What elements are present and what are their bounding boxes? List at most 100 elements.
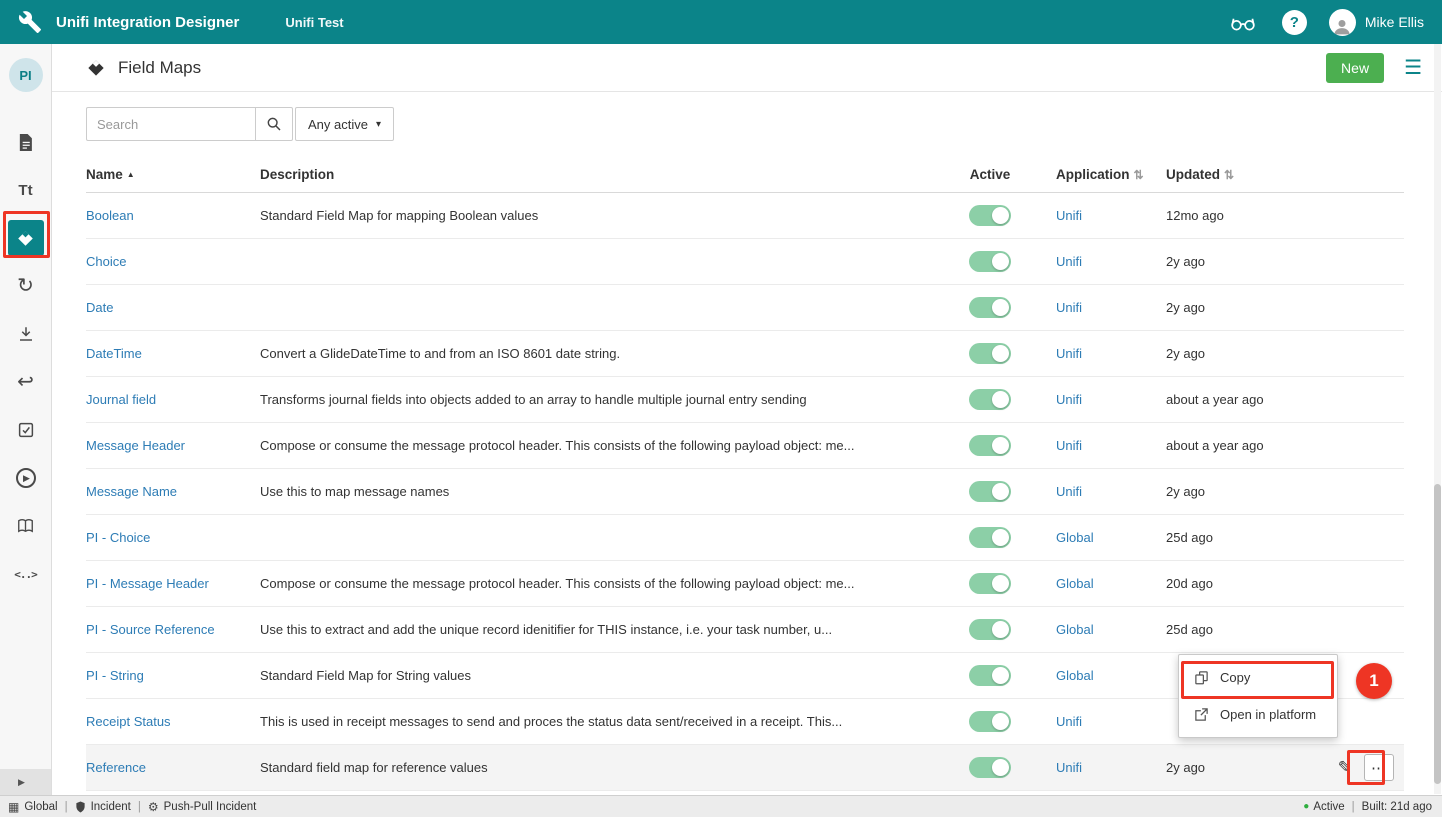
application-link[interactable]: Unifi	[1056, 438, 1082, 453]
search-input[interactable]	[86, 107, 256, 141]
edit-pencil-icon[interactable]: ✎	[1338, 758, 1352, 778]
user-name[interactable]: Mike Ellis	[1365, 14, 1424, 30]
statusbar-application[interactable]: Incident	[75, 801, 131, 813]
application-link[interactable]: Unifi	[1056, 392, 1082, 407]
spectacles-icon[interactable]	[1230, 11, 1256, 33]
user-avatar[interactable]	[1329, 9, 1356, 36]
reply-icon: ↩	[17, 372, 34, 392]
field-map-name-link[interactable]: PI - Message Header	[86, 576, 209, 591]
statusbar-scope[interactable]: ▦ Global	[8, 801, 58, 813]
column-header-updated[interactable]: Updated⇅	[1162, 167, 1314, 182]
field-map-name-link[interactable]: Boolean	[86, 208, 134, 223]
active-toggle[interactable]	[969, 573, 1011, 594]
active-toggle[interactable]	[969, 711, 1011, 732]
field-map-name-link[interactable]: Journal field	[86, 392, 156, 407]
updated-text: 20d ago	[1162, 576, 1314, 591]
field-map-name-link[interactable]: PI - String	[86, 668, 144, 683]
menu-hamburger-icon[interactable]: ☰	[1404, 55, 1422, 80]
column-header-description[interactable]: Description	[260, 167, 942, 182]
sort-icon: ⇅	[1134, 168, 1144, 182]
sort-asc-icon: ▲	[127, 170, 135, 179]
field-map-name-link[interactable]: Receipt Status	[86, 714, 171, 729]
field-map-name-link[interactable]: Message Name	[86, 484, 177, 499]
workspace-avatar[interactable]: PI	[9, 58, 43, 92]
grid-icon: ▦	[8, 801, 19, 813]
field-map-description: Use this to map message names	[260, 484, 942, 499]
field-maps-title-icon	[86, 58, 106, 78]
application-link[interactable]: Unifi	[1056, 714, 1082, 729]
sidebar-item-field-maps[interactable]	[8, 220, 44, 256]
field-map-name-link[interactable]: DateTime	[86, 346, 142, 361]
sidebar-item-documents[interactable]	[8, 124, 44, 160]
active-toggle[interactable]	[969, 527, 1011, 548]
table-row: Message Name Use this to map message nam…	[86, 469, 1404, 515]
active-toggle[interactable]	[969, 343, 1011, 364]
top-bar: Unifi Integration Designer Unifi Test ? …	[0, 0, 1442, 44]
application-link[interactable]: Global	[1056, 576, 1094, 591]
application-link[interactable]: Global	[1056, 622, 1094, 637]
active-toggle[interactable]	[969, 665, 1011, 686]
column-header-active[interactable]: Active	[942, 167, 1038, 182]
scrollbar-thumb[interactable]	[1434, 484, 1441, 784]
application-link[interactable]: Unifi	[1056, 254, 1082, 269]
status-bar: ▦ Global | Incident | ⚙ Push-Pull Incide…	[0, 795, 1442, 817]
active-toggle[interactable]	[969, 481, 1011, 502]
sort-icon: ⇅	[1224, 168, 1234, 182]
sidebar-item-code[interactable]: <..>	[8, 556, 44, 592]
sidebar-item-text[interactable]: Tt	[8, 172, 44, 208]
application-link[interactable]: Unifi	[1056, 346, 1082, 361]
field-map-name-link[interactable]: PI - Source Reference	[86, 622, 215, 637]
menu-item-open-in-platform[interactable]: Open in platform	[1179, 696, 1337, 733]
field-map-name-link[interactable]: PI - Choice	[86, 530, 150, 545]
field-map-name-link[interactable]: Message Header	[86, 438, 185, 453]
application-link[interactable]: Unifi	[1056, 760, 1082, 775]
statusbar-process[interactable]: ⚙ Push-Pull Incident	[148, 801, 256, 813]
active-toggle[interactable]	[969, 297, 1011, 318]
column-header-name[interactable]: Name▲	[86, 167, 260, 182]
field-map-description: Convert a GlideDateTime to and from an I…	[260, 346, 942, 361]
application-link[interactable]: Global	[1056, 530, 1094, 545]
sidebar-item-reply[interactable]: ↩	[8, 364, 44, 400]
application-link[interactable]: Unifi	[1056, 300, 1082, 315]
active-toggle[interactable]	[969, 757, 1011, 778]
field-map-description: Transforms journal fields into objects a…	[260, 392, 942, 407]
open-external-icon	[1194, 707, 1209, 722]
table-row: Journal field Transforms journal fields …	[86, 377, 1404, 423]
collapse-arrow-icon: ▶	[18, 777, 25, 788]
field-maps-icon	[16, 229, 35, 248]
sidebar-item-tasks[interactable]	[8, 412, 44, 448]
app-title: Unifi Integration Designer	[56, 14, 239, 31]
sidebar-item-documentation[interactable]	[8, 508, 44, 544]
active-toggle[interactable]	[969, 619, 1011, 640]
table-header-row: Name▲ Description Active Application⇅ Up…	[86, 157, 1404, 193]
toolbar: Any active ▾	[52, 92, 1442, 141]
caret-down-icon: ▾	[376, 119, 381, 130]
table-row: PI - Source Reference Use this to extrac…	[86, 607, 1404, 653]
application-link[interactable]: Unifi	[1056, 484, 1082, 499]
sidebar-collapse-toggle[interactable]: ▶	[0, 769, 51, 795]
shield-icon	[75, 801, 86, 813]
field-map-name-link[interactable]: Date	[86, 300, 113, 315]
search-button[interactable]	[255, 107, 293, 141]
vertical-scrollbar	[1434, 44, 1441, 794]
help-icon[interactable]: ?	[1282, 10, 1307, 35]
application-link[interactable]: Unifi	[1056, 208, 1082, 223]
field-map-name-link[interactable]: Reference	[86, 760, 146, 775]
field-map-description: Standard Field Map for String values	[260, 668, 942, 683]
active-toggle[interactable]	[969, 251, 1011, 272]
sidebar-item-history[interactable]: ↻	[8, 268, 44, 304]
active-toggle[interactable]	[969, 435, 1011, 456]
active-toggle[interactable]	[969, 205, 1011, 226]
code-icon: <..>	[14, 568, 37, 581]
sidebar-item-run[interactable]: ▶	[8, 460, 44, 496]
sidebar-item-download[interactable]	[8, 316, 44, 352]
more-actions-button[interactable]: ⋯	[1364, 754, 1394, 781]
field-map-name-link[interactable]: Choice	[86, 254, 126, 269]
active-toggle[interactable]	[969, 389, 1011, 410]
menu-item-copy[interactable]: Copy	[1179, 659, 1337, 696]
instance-name[interactable]: Unifi Test	[285, 15, 343, 30]
column-header-application[interactable]: Application⇅	[1038, 167, 1162, 182]
application-link[interactable]: Global	[1056, 668, 1094, 683]
new-button[interactable]: New	[1326, 53, 1384, 83]
active-filter-dropdown[interactable]: Any active ▾	[295, 107, 394, 141]
